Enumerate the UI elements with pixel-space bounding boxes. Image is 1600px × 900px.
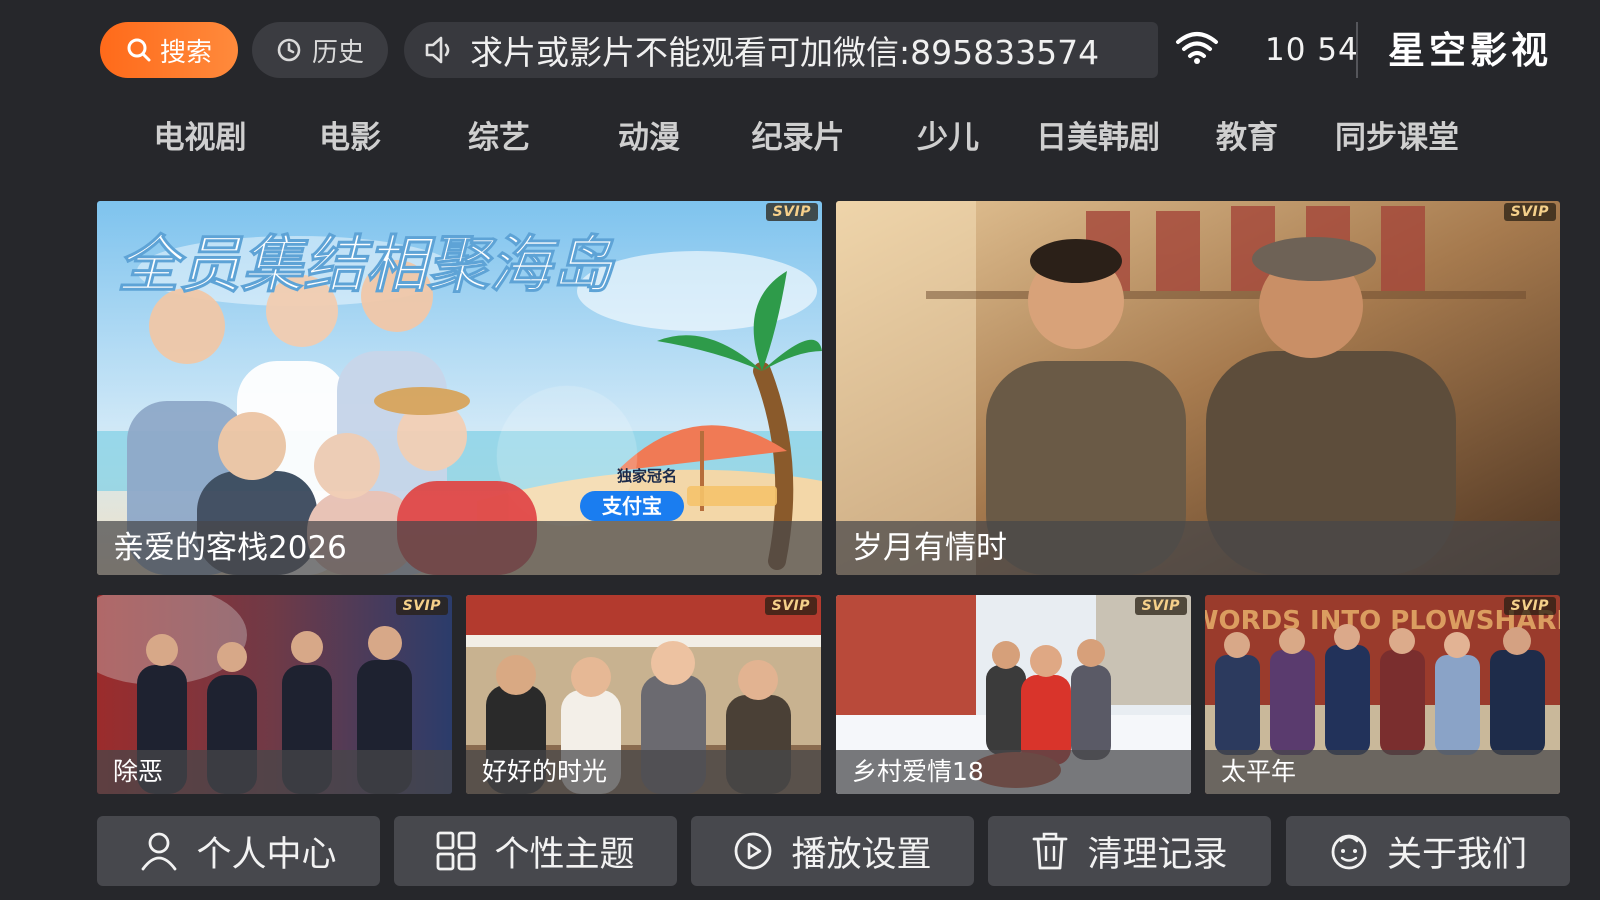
tile-title: 太平年 [1205,750,1560,794]
profile-label: 个人中心 [196,834,337,875]
theme-label: 个性主题 [494,834,635,875]
clock-time: 10 54 [1265,32,1359,68]
nav-tab-education[interactable]: 教育 [1216,108,1278,168]
tile-title: 好好的时光 [466,750,821,794]
poster-image: 全员集结相聚海岛 独家冠名 支付宝 [97,201,822,575]
featured-tile-2[interactable]: SVIP 岁月有情时 [836,201,1560,575]
nav-tab-anime[interactable]: 动漫 [618,108,680,168]
wifi-icon [1176,32,1218,64]
poster-image [836,201,1560,575]
featured-tile-1[interactable]: 全员集结相聚海岛 独家冠名 支付宝 SVIP 亲爱的客栈2026 [97,201,822,575]
search-icon [127,38,151,62]
notice-banner: 求片或影片不能观看可加微信:895833574 [404,22,1158,78]
clear-label: 清理记录 [1087,834,1228,875]
tile-title: 亲爱的客栈2026 [97,521,822,575]
grid-icon [437,831,476,871]
svip-badge: SVIP [765,203,818,221]
nav-tab-kids[interactable]: 少儿 [917,108,979,168]
svip-badge: SVIP [1134,597,1187,615]
nav-tab-documentary[interactable]: 纪录片 [752,108,845,168]
category-nav: 电视剧 电影 综艺 动漫 纪录片 少儿 日美韩剧 教育 同步课堂 [0,108,1600,168]
svip-badge: SVIP [1503,597,1556,615]
clock-icon [277,38,301,62]
poster-headline: 全员集结相聚海岛 [117,228,616,301]
small-tile-3[interactable]: SVIP 乡村爱情18 [836,595,1191,794]
profile-button[interactable]: 个人中心 [97,816,380,886]
notice-text: 求片或影片不能观看可加微信:895833574 [470,33,1100,72]
search-button[interactable]: 搜索 [100,22,238,78]
about-us-button[interactable]: 关于我们 [1286,816,1570,886]
smiley-icon [1331,834,1367,870]
small-tile-4[interactable]: SWORDS INTO PLOWSHARES SVIP 太平年 [1205,595,1560,794]
small-tile-1[interactable]: SVIP 除恶 [97,595,452,794]
play-circle-icon [735,832,772,870]
trash-icon [1033,832,1068,870]
svip-badge: SVIP [764,597,817,615]
sponsor-badge: 支付宝 [602,494,662,518]
svip-badge: SVIP [395,597,448,615]
history-button[interactable]: 历史 [252,22,388,78]
nav-tab-tv[interactable]: 电视剧 [154,108,247,168]
user-icon [142,832,177,871]
brand-logo: 星空影视 [1388,28,1552,72]
tile-title: 岁月有情时 [836,521,1560,575]
sponsor-label: 独家冠名 [617,467,677,485]
nav-tab-movie[interactable]: 电影 [319,108,381,168]
header-divider [1356,22,1358,78]
nav-tab-sync-class[interactable]: 同步课堂 [1335,108,1459,168]
tile-title: 乡村爱情18 [836,750,1191,794]
speaker-icon [425,36,450,64]
playback-settings-button[interactable]: 播放设置 [691,816,974,886]
top-bar: 搜索 历史 求片或影片不能观看可加微信:895833574 10 54 星空影视 [0,0,1600,100]
history-label: 历史 [311,37,364,68]
nav-tab-variety[interactable]: 综艺 [468,108,530,168]
playback-label: 播放设置 [791,834,932,875]
tile-title: 除恶 [97,750,452,794]
search-label: 搜索 [159,37,212,68]
svip-badge: SVIP [1503,203,1556,221]
theme-button[interactable]: 个性主题 [394,816,677,886]
small-tile-2[interactable]: SVIP 好好的时光 [466,595,821,794]
about-label: 关于我们 [1386,834,1527,875]
clear-history-button[interactable]: 清理记录 [988,816,1271,886]
nav-tab-foreign-drama[interactable]: 日美韩剧 [1036,108,1160,168]
